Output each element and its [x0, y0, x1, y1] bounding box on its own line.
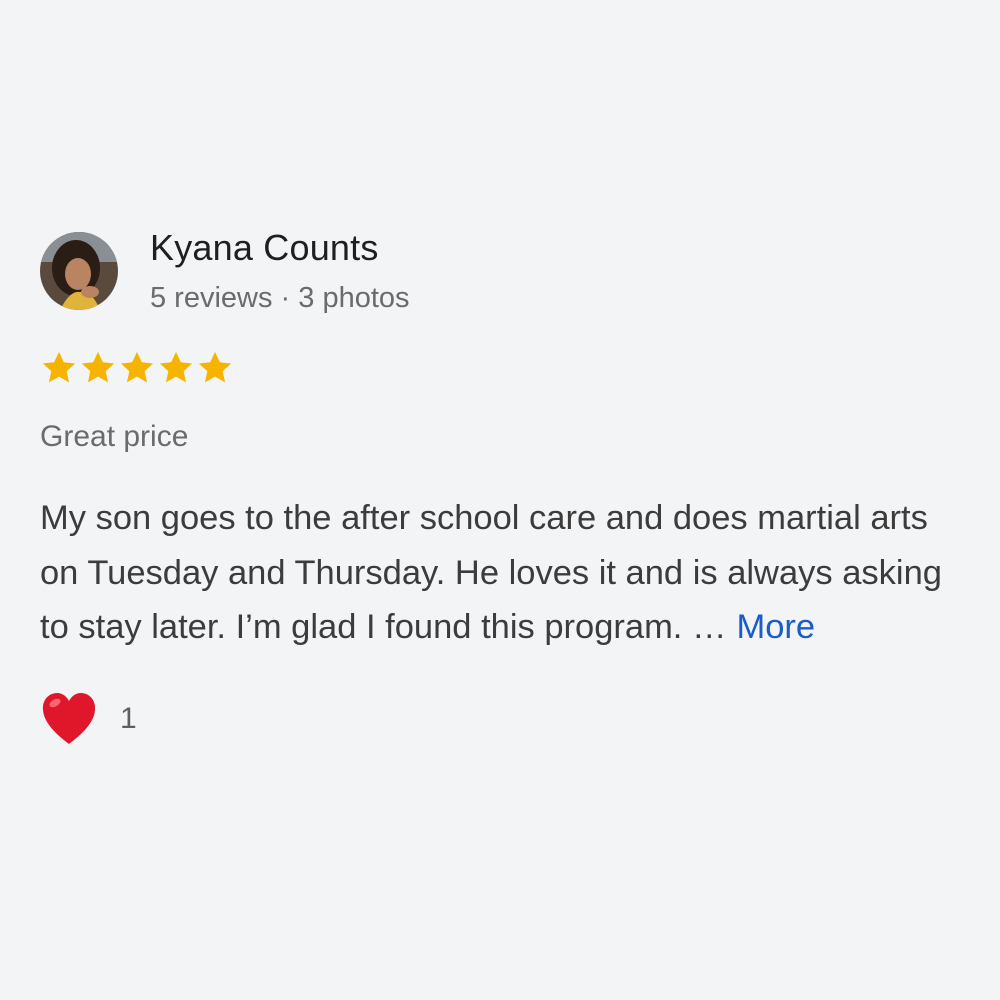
review-title: Great price — [40, 420, 189, 453]
author-meta: 5 reviews · 3 photos — [150, 282, 410, 314]
review-body: My son goes to the after school care and… — [40, 491, 970, 655]
reaction-count: 1 — [120, 701, 137, 735]
reactions: 1 — [40, 691, 970, 747]
review-header: Kyana Counts 5 reviews · 3 photos — [40, 226, 970, 316]
more-link[interactable]: More — [736, 608, 815, 646]
review-card: Kyana Counts 5 reviews · 3 photos Great … — [40, 226, 970, 747]
heart-icon[interactable] — [40, 691, 98, 747]
star-rating — [40, 348, 970, 388]
star-icon — [120, 351, 154, 383]
avatar[interactable] — [40, 232, 118, 310]
star-icon — [198, 351, 232, 383]
author-info: Kyana Counts 5 reviews · 3 photos — [150, 226, 410, 316]
star-icon — [81, 351, 115, 383]
star-icon — [42, 351, 76, 383]
star-icon — [159, 351, 193, 383]
author-name[interactable]: Kyana Counts — [150, 226, 410, 270]
